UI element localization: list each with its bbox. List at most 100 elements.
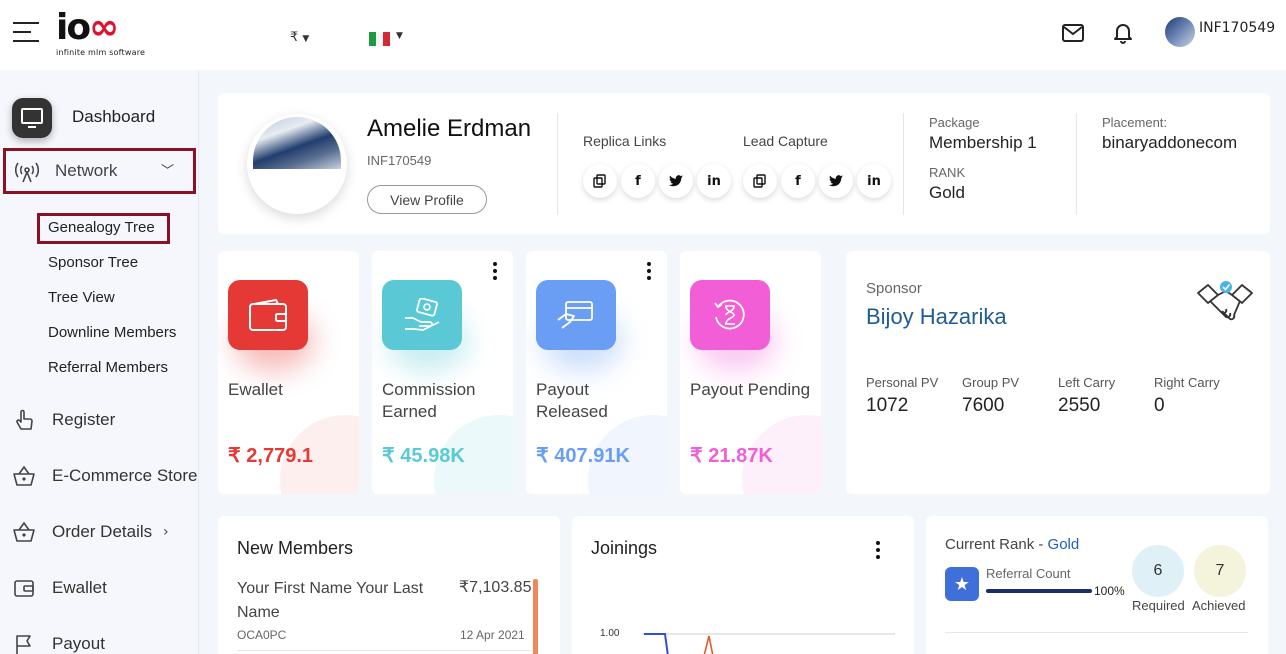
profile-card: Amelie Erdman INF170549 View Profile Rep…	[218, 93, 1270, 234]
top-bar: io∞ infinite mlm software ₹ ▼ ▼ INF17054…	[0, 0, 1286, 70]
flag-icon	[12, 632, 36, 654]
language-flag-icon[interactable]	[369, 32, 390, 46]
stat-card-commission-earned: Commission Earned ₹ 45.98K	[372, 251, 513, 494]
new-members-card: New Members Your First Name Your Last Na…	[218, 516, 560, 654]
stat-card-ewallet: Ewallet ₹ 2,779.1	[218, 251, 359, 494]
current-rank-label: Current Rank - Gold	[945, 536, 1080, 553]
stat-amount: ₹ 2,779.1	[228, 445, 314, 467]
sidebar-item-dashboard[interactable]: Dashboard	[72, 107, 155, 127]
copy-link-icon[interactable]	[743, 164, 777, 198]
sidebar-item-payout[interactable]: Payout	[0, 624, 199, 654]
monitor-icon[interactable]	[12, 98, 52, 138]
sidebar-item-sponsor-tree[interactable]: Sponsor Tree	[48, 254, 138, 271]
more-options-icon[interactable]	[492, 262, 498, 280]
lead-capture-label: Lead Capture	[743, 133, 828, 149]
linkedin-icon[interactable]: in	[857, 164, 891, 198]
card-payment-icon	[536, 280, 616, 350]
card-title: New Members	[237, 538, 354, 558]
hand-pointer-icon	[12, 408, 36, 432]
replica-links-label: Replica Links	[583, 133, 667, 149]
divider	[903, 113, 904, 215]
sponsor-name[interactable]: Bijoy Hazarika	[866, 304, 1007, 330]
placement-label: Placement:	[1102, 115, 1168, 130]
sidebar-item-register[interactable]: Register	[0, 400, 199, 440]
personal-pv-value: 1072	[866, 395, 909, 416]
stat-amount: ₹ 407.91K	[536, 445, 630, 467]
member-date: 12 Apr 2021	[460, 628, 525, 642]
handshake-icon	[1196, 279, 1254, 331]
stat-title: Payout Released	[536, 380, 608, 421]
sidebar: Dashboard Network ﹀ Genealogy Tree Spons…	[0, 70, 199, 654]
required-label: Required	[1132, 598, 1185, 613]
chevron-down-icon: ﹀	[161, 164, 175, 179]
chevron-down-icon[interactable]: ▼	[396, 31, 403, 41]
referral-progress-text: 100%	[1094, 584, 1125, 598]
twitter-icon[interactable]	[819, 164, 853, 198]
joinings-chart	[642, 633, 895, 654]
divider	[1076, 113, 1077, 215]
hand-money-icon	[382, 280, 462, 350]
package-value: Membership 1	[929, 133, 1037, 152]
user-id[interactable]: INF170549	[1199, 20, 1275, 36]
chevron-down-icon: ▼	[302, 34, 310, 44]
stat-amount: ₹ 45.98K	[382, 445, 465, 467]
divider	[945, 632, 1248, 633]
basket-icon	[12, 464, 36, 488]
sidebar-item-genealogy-tree[interactable]: Genealogy Tree	[48, 219, 155, 236]
right-carry-label: Right Carry	[1154, 375, 1220, 390]
profile-avatar	[247, 114, 347, 214]
member-amount: ₹7,103.85	[459, 579, 532, 596]
star-icon: ★	[945, 567, 979, 601]
stat-title: Ewallet	[228, 380, 283, 399]
logo-tagline: infinite mlm software	[56, 48, 146, 57]
stat-card-payout-released: Payout Released ₹ 407.91K	[526, 251, 667, 494]
achieved-count: 7	[1194, 545, 1246, 597]
network-icon	[14, 161, 40, 187]
hourglass-icon	[690, 280, 770, 350]
wallet-icon	[228, 280, 308, 350]
chevron-right-icon: ›	[163, 524, 169, 540]
logo[interactable]: io∞ infinite mlm software	[56, 10, 156, 58]
sidebar-item-ecommerce-store[interactable]: E-Commerce Store	[0, 456, 199, 496]
more-options-icon[interactable]	[646, 262, 652, 280]
facebook-icon[interactable]: f	[781, 164, 815, 198]
stat-title: Commission Earned	[382, 380, 476, 421]
twitter-icon[interactable]	[659, 164, 693, 198]
currency-selector[interactable]: ₹ ▼	[290, 30, 309, 45]
divider	[237, 650, 532, 651]
scrollbar[interactable]	[533, 579, 538, 654]
right-carry-value: 0	[1154, 395, 1165, 416]
sidebar-item-ewallet[interactable]: Ewallet	[0, 568, 199, 608]
achieved-label: Achieved	[1192, 598, 1246, 613]
copy-link-icon[interactable]	[583, 164, 617, 198]
member-code: OCA0PC	[237, 628, 287, 642]
view-profile-button[interactable]: View Profile	[367, 185, 487, 214]
referral-count-label: Referral Count	[986, 566, 1071, 581]
rank-value: Gold	[929, 183, 965, 202]
divider	[557, 113, 558, 215]
facebook-icon[interactable]: f	[621, 164, 655, 198]
sidebar-item-order-details[interactable]: Order Details ›	[0, 512, 199, 552]
menu-toggle-icon[interactable]	[13, 22, 39, 44]
group-pv-value: 7600	[962, 395, 1005, 416]
sidebar-item-tree-view[interactable]: Tree View	[48, 289, 115, 306]
left-carry-value: 2550	[1058, 395, 1101, 416]
group-pv-label: Group PV	[962, 375, 1020, 390]
package-label: Package	[929, 115, 980, 130]
profile-id: INF170549	[367, 153, 432, 168]
member-name: Your First Name Your Last Name	[237, 580, 424, 621]
linkedin-icon[interactable]: in	[697, 164, 731, 198]
sidebar-item-referral-members[interactable]: Referral Members	[48, 359, 168, 376]
mail-icon[interactable]	[1062, 24, 1084, 46]
bell-icon[interactable]	[1113, 22, 1133, 48]
current-rank-card: Current Rank - Gold ★ Referral Count 100…	[926, 516, 1268, 654]
stat-amount: ₹ 21.87K	[690, 445, 773, 467]
personal-pv-label: Personal PV	[866, 375, 939, 390]
sidebar-item-downline-members[interactable]: Downline Members	[48, 324, 176, 341]
sidebar-item-network[interactable]: Network ﹀	[3, 148, 196, 194]
rank-label: RANK	[929, 165, 966, 180]
placement-value: binaryaddonecom	[1102, 133, 1238, 152]
stat-card-payout-pending: Payout Pending ₹ 21.87K	[680, 251, 821, 494]
sponsor-label: Sponsor	[866, 280, 922, 297]
avatar[interactable]	[1165, 17, 1195, 47]
